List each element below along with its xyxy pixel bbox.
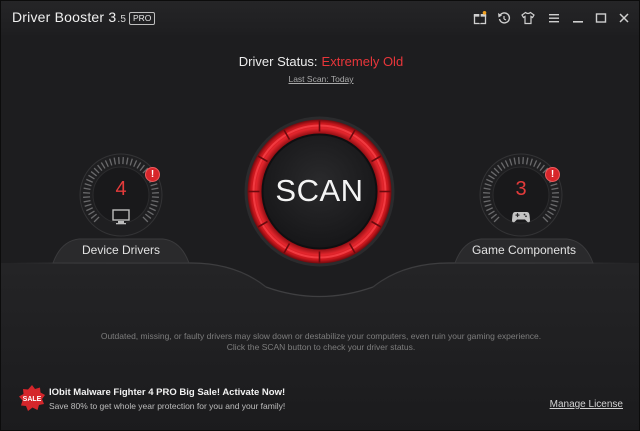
game-components-alert-icon: ! xyxy=(545,167,560,182)
device-drivers-alert-icon: ! xyxy=(145,167,160,182)
promo-title-link[interactable]: IObit Malware Fighter 4 PRO Big Sale! Ac… xyxy=(49,387,285,398)
manage-license-link[interactable]: Manage License xyxy=(550,399,623,410)
promo-subtitle: Save 80% to get whole year protection fo… xyxy=(49,401,286,411)
sale-badge-text: SALE xyxy=(23,396,42,403)
device-drivers-dial[interactable]: 4 xyxy=(79,153,163,237)
game-components-label[interactable]: Game Components xyxy=(461,239,587,261)
scan-button[interactable]: SCAN xyxy=(244,116,395,267)
device-drivers-label[interactable]: Device Drivers xyxy=(59,239,183,261)
driver-booster-window: Driver Booster 3.5 PRO Driver Status: Ext… xyxy=(0,0,640,431)
sale-badge-icon[interactable]: SALE xyxy=(18,384,46,417)
scan-label: SCAN xyxy=(275,173,364,208)
info-text-line-1: Outdated, missing, or faulty drivers may… xyxy=(100,331,542,341)
game-components-dial[interactable]: 3 xyxy=(479,153,563,237)
info-text-line-2: Click the SCAN button to check your driv… xyxy=(226,342,416,352)
